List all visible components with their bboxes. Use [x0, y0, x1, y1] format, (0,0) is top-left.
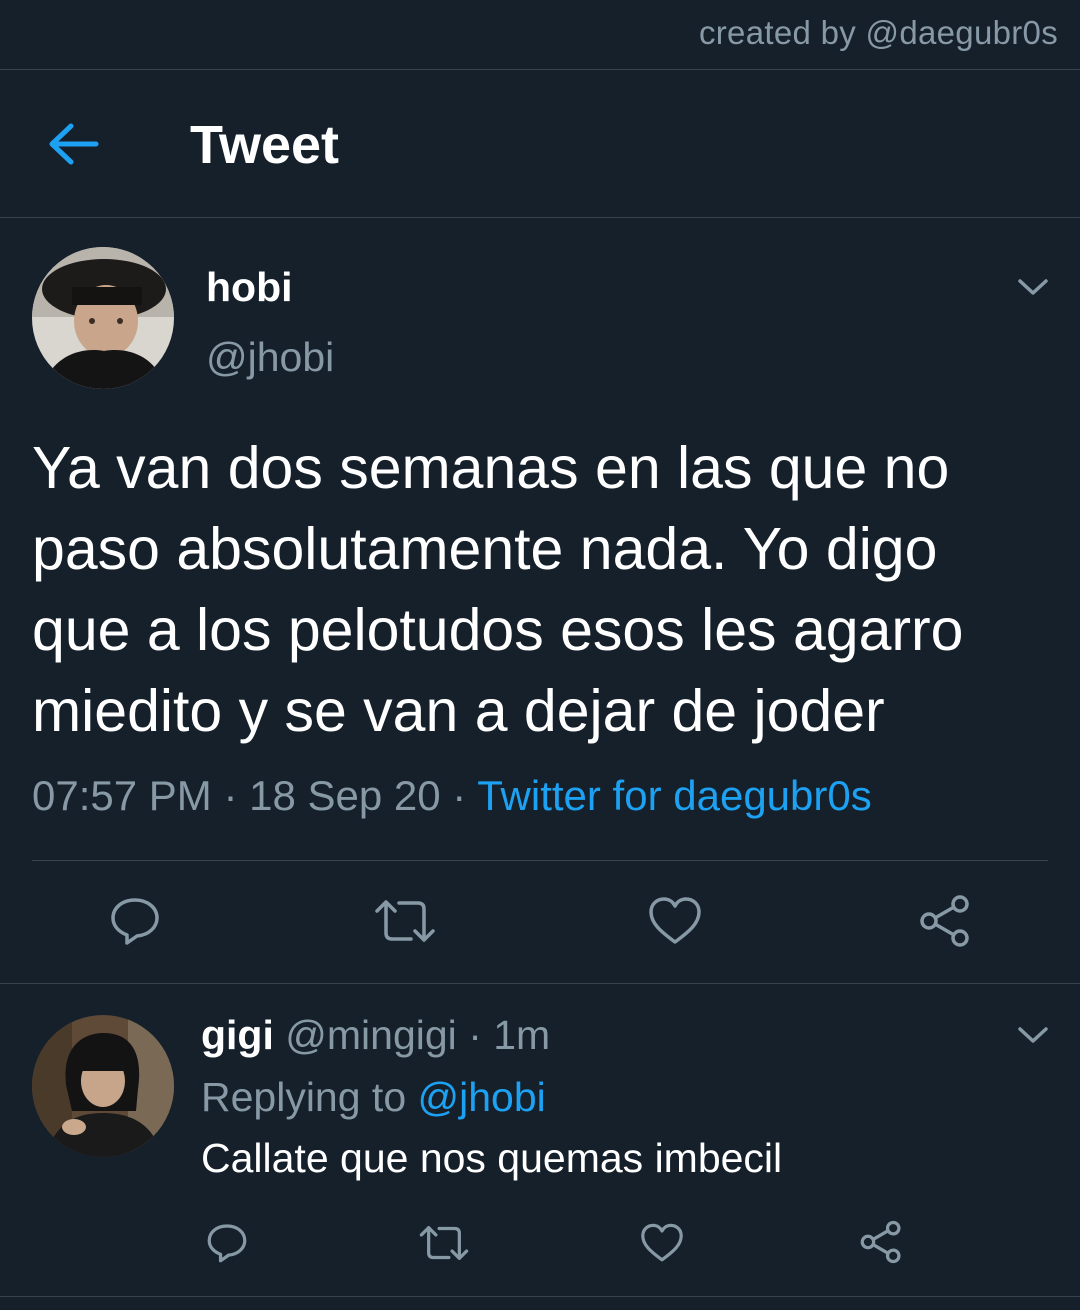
- chevron-down-icon: [1018, 279, 1048, 295]
- page-title: Tweet: [190, 115, 340, 175]
- reply-time: 1m: [493, 1012, 551, 1058]
- share-icon: [920, 895, 969, 947]
- header-bar: Tweet: [0, 70, 1080, 217]
- arrow-left-icon: [49, 123, 99, 165]
- tweet-divider: [0, 983, 1080, 984]
- comment-icon: [111, 898, 159, 945]
- comment-icon: [207, 1224, 247, 1263]
- share-button[interactable]: [917, 893, 973, 949]
- reply-share-button[interactable]: [858, 1219, 904, 1265]
- reply-text: Callate que nos quemas imbecil: [201, 1135, 783, 1181]
- reply-retweet-button[interactable]: [418, 1221, 470, 1265]
- heart-icon: [641, 1223, 683, 1262]
- retweet-icon: [419, 1226, 469, 1260]
- reply-avatar[interactable]: [32, 1015, 174, 1157]
- tweet-meta: 07:57 PM · 18 Sep 20 · Twitter for daegu…: [32, 772, 872, 820]
- heart-icon: [649, 897, 701, 944]
- share-icon: [860, 1220, 901, 1264]
- separator: ·: [440, 772, 478, 819]
- like-button[interactable]: [647, 893, 703, 949]
- user-handle[interactable]: @jhobi: [206, 334, 334, 381]
- user-name[interactable]: hobi: [206, 264, 293, 311]
- reply-reply-button[interactable]: [204, 1221, 250, 1265]
- replying-to-label: Replying to: [201, 1074, 418, 1120]
- reply-like-button[interactable]: [639, 1221, 685, 1265]
- header-divider: [0, 217, 1080, 218]
- reply-user-name[interactable]: gigi: [201, 1012, 274, 1058]
- reply-user-handle[interactable]: @mingigi: [285, 1012, 457, 1058]
- replying-to-mention[interactable]: @jhobi: [418, 1074, 546, 1120]
- reply-button[interactable]: [107, 893, 163, 949]
- avatar[interactable]: [32, 247, 174, 389]
- replying-to: Replying to @jhobi: [201, 1074, 546, 1121]
- separator: ·: [456, 1012, 494, 1058]
- retweet-icon: [375, 900, 435, 942]
- tweet-time: 07:57 PM: [32, 772, 212, 819]
- creator-credit: created by @daegubr0s: [698, 14, 1058, 51]
- tweet-text: Ya van dos semanas en las que no paso ab…: [32, 435, 964, 744]
- actions-divider: [32, 860, 1048, 861]
- back-button[interactable]: [46, 120, 102, 168]
- tweet-date: 18 Sep 20: [249, 772, 441, 819]
- separator: ·: [211, 772, 250, 819]
- tweet-menu-button[interactable]: [1016, 276, 1050, 298]
- reply-menu-button[interactable]: [1016, 1024, 1050, 1046]
- bottom-divider: [0, 1296, 1080, 1297]
- chevron-down-icon: [1018, 1027, 1048, 1043]
- tweet-source-link[interactable]: Twitter for daegubr0s: [477, 772, 872, 819]
- reply-header: gigi @mingigi · 1m: [201, 1012, 550, 1059]
- retweet-button[interactable]: [373, 893, 437, 949]
